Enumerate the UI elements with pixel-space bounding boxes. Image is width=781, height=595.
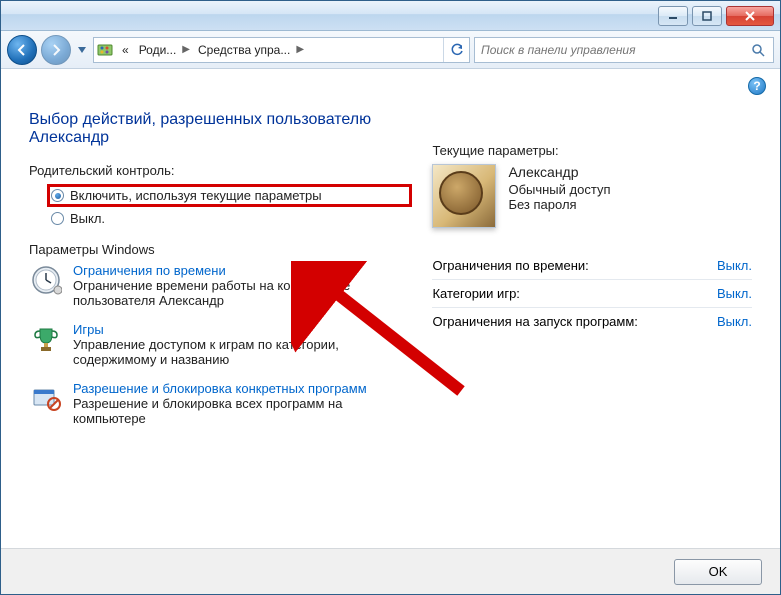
breadcrumb-icon [94, 42, 116, 58]
time-limits-link[interactable]: Ограничения по времени [73, 263, 226, 278]
user-role: Обычный доступ [508, 182, 610, 197]
table-row: Ограничения на запуск программ: Выкл. [432, 308, 752, 336]
status-progs-value[interactable]: Выкл. [717, 314, 752, 329]
user-name: Александр [508, 164, 610, 180]
radio-off[interactable] [51, 212, 64, 225]
status-time-label: Ограничения по времени: [432, 252, 705, 280]
breadcrumb-bar[interactable]: « Роди... ▶ Средства упра... ▶ [93, 37, 470, 63]
search-box[interactable] [474, 37, 774, 63]
games-desc: Управление доступом к играм по категории… [73, 337, 339, 367]
status-games-label: Категории игр: [432, 280, 705, 308]
status-progs-label: Ограничения на запуск программ: [432, 308, 705, 336]
chevron-right-icon: ▶ [294, 44, 306, 55]
user-card: Александр Обычный доступ Без пароля [432, 164, 752, 228]
radio-on-label: Включить, используя текущие параметры [70, 188, 322, 203]
table-row: Ограничения по времени: Выкл. [432, 252, 752, 280]
programs-desc: Разрешение и блокировка всех программ на… [73, 396, 342, 426]
radio-on-row[interactable]: Включить, используя текущие параметры [47, 184, 412, 207]
refresh-button[interactable] [443, 38, 469, 62]
content-area: ? Выбор действий, разрешенных пользовате… [1, 69, 780, 548]
left-column: Выбор действий, разрешенных пользователю… [29, 111, 412, 538]
user-password-status: Без пароля [508, 197, 610, 212]
dialog-footer: OK [1, 548, 780, 594]
breadcrumb-prefix[interactable]: « [116, 38, 133, 62]
window-titlebar [1, 1, 780, 31]
breadcrumb-seg-2[interactable]: Средства упра... [192, 38, 294, 62]
current-settings-label: Текущие параметры: [432, 143, 752, 158]
time-limits-desc: Ограничение времени работы на компьютере… [73, 278, 350, 308]
ok-button[interactable]: OK [674, 559, 762, 585]
table-row: Категории игр: Выкл. [432, 280, 752, 308]
control-panel-window: « Роди... ▶ Средства упра... ▶ ? Выбор д… [0, 0, 781, 595]
right-column: Текущие параметры: Александр Обычный дос… [432, 111, 752, 538]
windows-params-label: Параметры Windows [29, 242, 412, 257]
programs-icon [29, 381, 63, 415]
avatar [432, 164, 496, 228]
radio-on[interactable] [51, 189, 64, 202]
maximize-button[interactable] [692, 6, 722, 26]
parental-control-radios: Включить, используя текущие параметры Вы… [29, 184, 412, 228]
page-title: Выбор действий, разрешенных пользователю… [29, 111, 412, 147]
programs-item: Разрешение и блокировка конкретных прогр… [29, 381, 412, 426]
status-table: Ограничения по времени: Выкл. Категории … [432, 252, 752, 335]
time-limits-item: Ограничения по времени Ограничение време… [29, 263, 412, 308]
breadcrumb-seg-1[interactable]: Роди... [133, 38, 181, 62]
search-input[interactable] [481, 43, 749, 57]
trophy-icon [29, 322, 63, 356]
forward-button[interactable] [41, 35, 71, 65]
radio-off-row[interactable]: Выкл. [47, 209, 412, 228]
games-item: Игры Управление доступом к играм по кате… [29, 322, 412, 367]
status-games-value[interactable]: Выкл. [717, 286, 752, 301]
search-icon[interactable] [749, 43, 767, 57]
back-button[interactable] [7, 35, 37, 65]
minimize-button[interactable] [658, 6, 688, 26]
nav-history-dropdown[interactable] [75, 37, 89, 63]
programs-link[interactable]: Разрешение и блокировка конкретных прогр… [73, 381, 367, 396]
help-icon[interactable]: ? [748, 77, 766, 95]
chevron-right-icon: ▶ [180, 44, 192, 55]
status-time-value[interactable]: Выкл. [717, 258, 752, 273]
close-button[interactable] [726, 6, 774, 26]
radio-off-label: Выкл. [70, 211, 105, 226]
games-link[interactable]: Игры [73, 322, 104, 337]
clock-icon [29, 263, 63, 297]
parental-control-label: Родительский контроль: [29, 163, 412, 178]
nav-toolbar: « Роди... ▶ Средства упра... ▶ [1, 31, 780, 69]
